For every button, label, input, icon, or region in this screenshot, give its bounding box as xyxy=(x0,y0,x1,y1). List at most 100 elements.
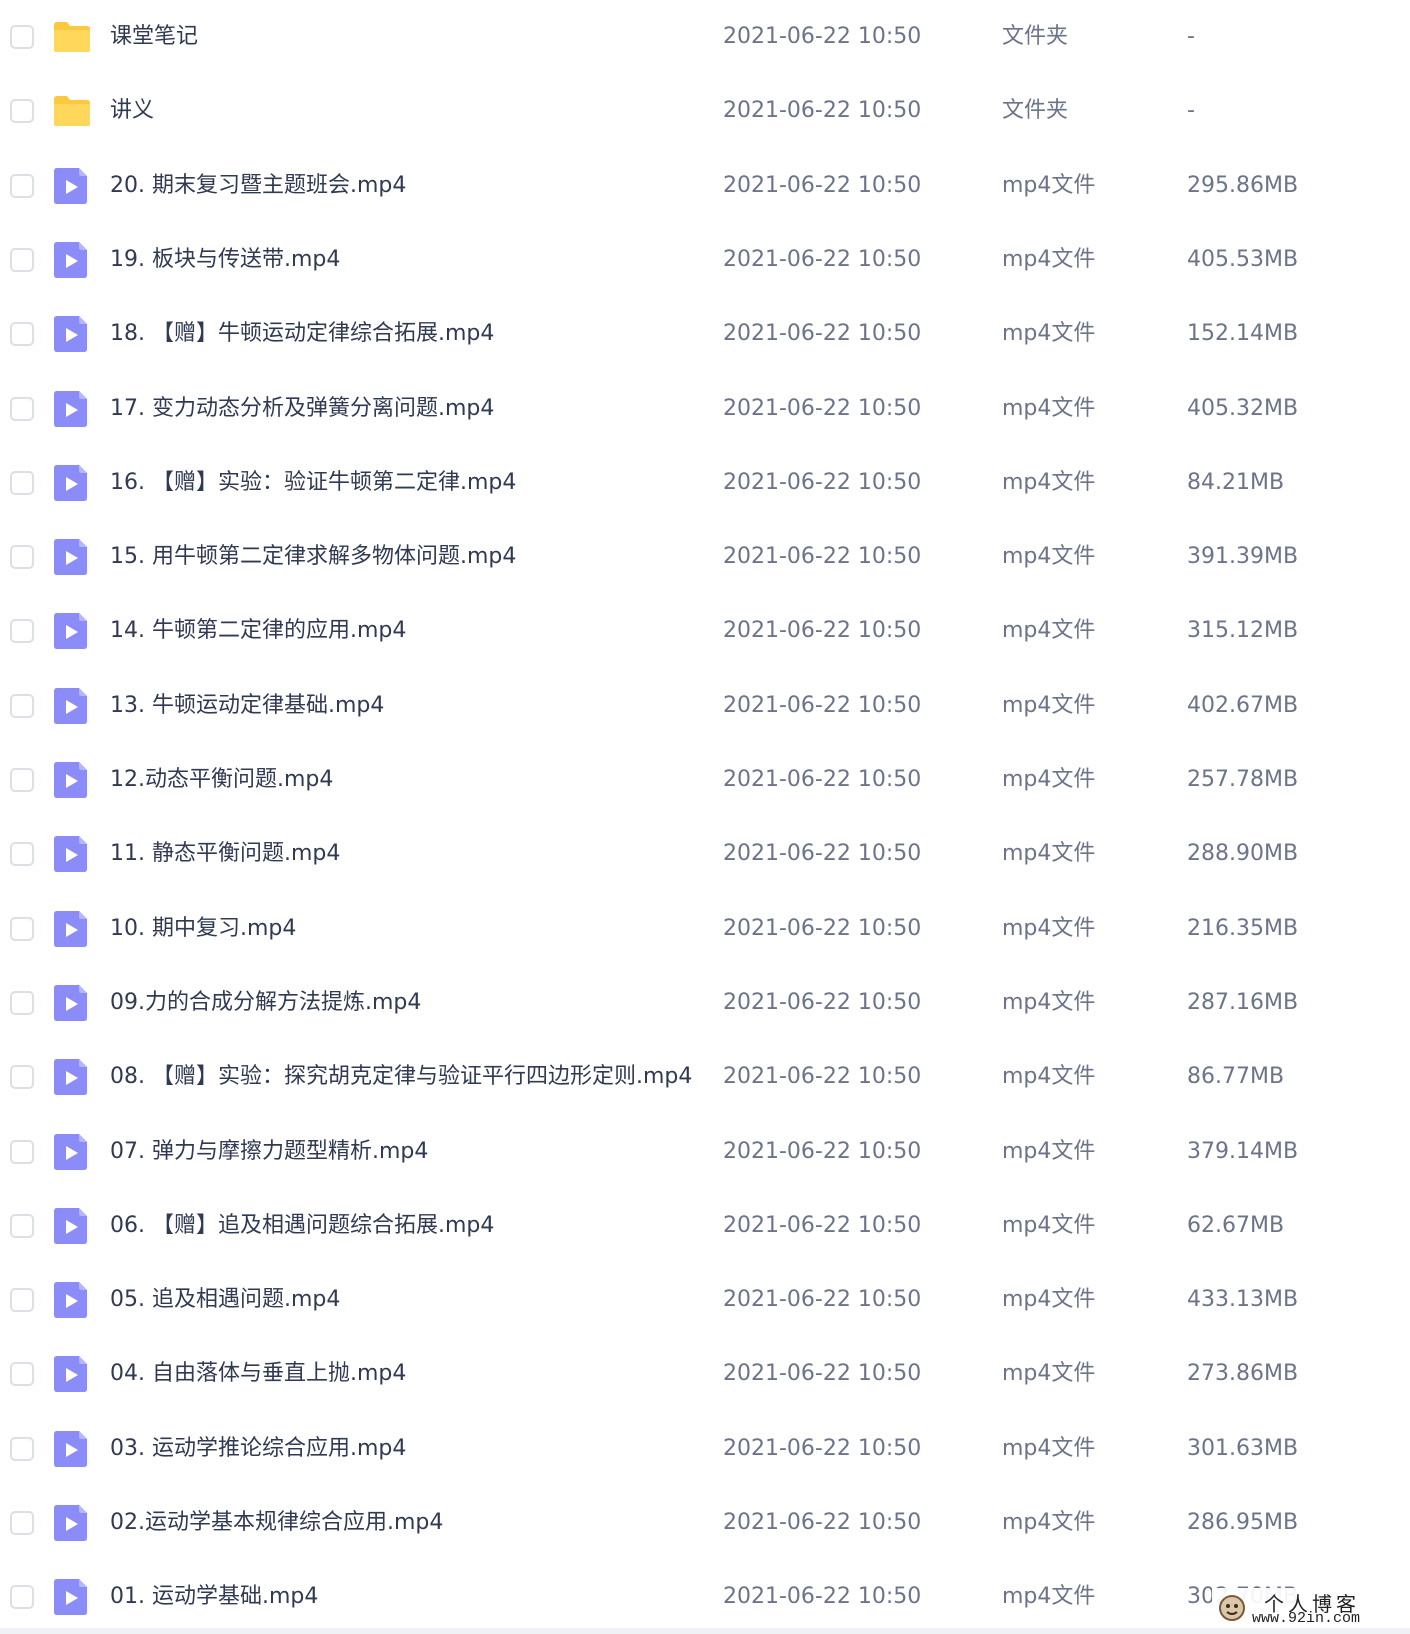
file-name[interactable]: 08. 【赠】实验：探究胡克定律与验证平行四边形定则.mp4 xyxy=(110,1040,692,1114)
file-name[interactable]: 12.动态平衡问题.mp4 xyxy=(110,743,333,817)
file-name[interactable]: 课堂笔记 xyxy=(110,0,198,74)
file-name[interactable]: 05. 追及相遇问题.mp4 xyxy=(110,1263,340,1337)
row-checkbox[interactable] xyxy=(10,842,34,867)
file-type: mp4文件 xyxy=(1002,915,1096,941)
row-checkbox[interactable] xyxy=(10,25,34,49)
video-file-icon xyxy=(54,1579,87,1616)
row-checkbox[interactable] xyxy=(10,1065,34,1090)
row-checkbox[interactable] xyxy=(10,990,34,1015)
file-row[interactable]: 课堂笔记 2021-06-22 10:50 文件夹 - xyxy=(0,0,1410,74)
file-type: mp4文件 xyxy=(1002,1212,1096,1238)
row-checkbox[interactable] xyxy=(10,173,34,198)
video-file-icon xyxy=(54,613,87,650)
modified-date: 2021-06-22 10:50 xyxy=(723,1435,922,1461)
row-checkbox[interactable] xyxy=(10,1511,34,1535)
row-checkbox[interactable] xyxy=(10,916,34,941)
file-name[interactable]: 讲义 xyxy=(110,74,154,148)
file-size: 405.53MB xyxy=(1187,246,1299,272)
file-row[interactable]: 16. 【赠】实验：验证牛顿第二定律.mp4 2021-06-22 10:50 mp… xyxy=(0,446,1410,520)
file-type: mp4文件 xyxy=(1002,1138,1096,1164)
file-name[interactable]: 16. 【赠】实验：验证牛顿第二定律.mp4 xyxy=(110,446,516,520)
file-name[interactable]: 20. 期末复习暨主题班会.mp4 xyxy=(110,149,406,223)
file-name[interactable]: 11. 静态平衡问题.mp4 xyxy=(110,817,340,891)
folder-icon xyxy=(54,96,90,127)
file-row[interactable]: 10. 期中复习.mp4 2021-06-22 10:50 mp4文件 216.35M… xyxy=(0,892,1410,966)
file-name[interactable]: 19. 板块与传送带.mp4 xyxy=(110,223,340,297)
file-type: mp4文件 xyxy=(1002,469,1096,495)
row-checkbox[interactable] xyxy=(10,619,34,644)
file-row[interactable]: 04. 自由落体与垂直上抛.mp4 2021-06-22 10:50 mp4文件 27… xyxy=(0,1337,1410,1411)
file-name[interactable]: 18. 【赠】牛顿运动定律综合拓展.mp4 xyxy=(110,297,494,371)
modified-date: 2021-06-22 10:50 xyxy=(723,841,922,867)
row-checkbox[interactable] xyxy=(10,693,34,718)
file-size: 257.78MB xyxy=(1187,767,1299,792)
file-row[interactable]: 05. 追及相遇问题.mp4 2021-06-22 10:50 mp4文件 433.1… xyxy=(0,1263,1410,1337)
file-row[interactable]: 13. 牛顿运动定律基础.mp4 2021-06-22 10:50 mp4文件 402… xyxy=(0,669,1410,743)
file-name[interactable]: 04. 自由落体与垂直上抛.mp4 xyxy=(110,1337,406,1411)
row-checkbox[interactable] xyxy=(10,322,34,347)
modified-date: 2021-06-22 10:50 xyxy=(723,915,922,941)
file-row[interactable]: 09.力的合成分解方法提炼.mp4 2021-06-22 10:50 mp4文件 28… xyxy=(0,966,1410,1040)
file-row[interactable]: 11. 静态平衡问题.mp4 2021-06-22 10:50 mp4文件 288.9… xyxy=(0,817,1410,891)
file-row[interactable]: 06. 【赠】追及相遇问题综合拓展.mp4 2021-06-22 10:50 mp4… xyxy=(0,1189,1410,1263)
file-type: mp4文件 xyxy=(1002,1510,1096,1535)
file-name[interactable]: 03. 运动学推论综合应用.mp4 xyxy=(110,1412,406,1486)
file-row[interactable]: 20. 期末复习暨主题班会.mp4 2021-06-22 10:50 mp4文件 29… xyxy=(0,149,1410,223)
file-row[interactable]: 14. 牛顿第二定律的应用.mp4 2021-06-22 10:50 mp4文件 31… xyxy=(0,594,1410,668)
row-checkbox[interactable] xyxy=(10,396,34,421)
video-file-icon xyxy=(54,1356,87,1393)
modified-date: 2021-06-22 10:50 xyxy=(723,1510,922,1535)
file-row[interactable]: 17. 变力动态分析及弹簧分离问题.mp4 2021-06-22 10:50 mp4… xyxy=(0,372,1410,446)
file-row[interactable]: 12.动态平衡问题.mp4 2021-06-22 10:50 mp4文件 257.78… xyxy=(0,743,1410,817)
file-row[interactable]: 19. 板块与传送带.mp4 2021-06-22 10:50 mp4文件 405.5… xyxy=(0,223,1410,297)
file-row[interactable]: 01. 运动学基础.mp42021-06-22 10:50mp4文件302.70… xyxy=(0,1560,1410,1634)
file-name[interactable]: 02.运动学基本规律综合应用.mp4 xyxy=(110,1486,443,1560)
file-name[interactable]: 10. 期中复习.mp4 xyxy=(110,892,296,966)
file-row[interactable]: 08. 【赠】实验：探究胡克定律与验证平行四边形定则.mp4 2021-06-22… xyxy=(0,1040,1410,1114)
file-name[interactable]: 01. 运动学基础.mp4 xyxy=(110,1560,318,1634)
file-type: mp4文件 xyxy=(1002,1064,1096,1090)
file-name[interactable]: 15. 用牛顿第二定律求解多物体问题.mp4 xyxy=(110,520,516,594)
file-size: 315.12MB xyxy=(1187,618,1299,644)
row-checkbox[interactable] xyxy=(10,1585,34,1610)
video-file-icon xyxy=(54,910,87,947)
row-checkbox[interactable] xyxy=(10,545,34,570)
file-type: mp4文件 xyxy=(1002,544,1096,570)
video-file-icon xyxy=(54,836,87,873)
row-checkbox[interactable] xyxy=(10,1213,34,1238)
file-size: 86.77MB xyxy=(1187,1064,1285,1090)
video-file-icon xyxy=(54,1207,87,1244)
row-checkbox[interactable] xyxy=(10,99,34,124)
file-type: 文件夹 xyxy=(1002,98,1069,124)
video-file-icon xyxy=(54,1430,87,1467)
file-name[interactable]: 14. 牛顿第二定律的应用.mp4 xyxy=(110,594,406,668)
file-row[interactable]: 07. 弹力与摩擦力题型精析.mp4 2021-06-22 10:50 mp4文件 3… xyxy=(0,1115,1410,1189)
file-size: 84.21MB xyxy=(1187,469,1285,495)
row-checkbox[interactable] xyxy=(10,470,34,495)
file-name[interactable]: 07. 弹力与摩擦力题型精析.mp4 xyxy=(110,1115,428,1189)
file-row[interactable]: 02.运动学基本规律综合应用.mp4 2021-06-22 10:50 mp4文件 2… xyxy=(0,1486,1410,1560)
modified-date: 2021-06-22 10:50 xyxy=(723,98,922,124)
modified-date: 2021-06-22 10:50 xyxy=(723,618,922,644)
file-name[interactable]: 17. 变力动态分析及弹簧分离问题.mp4 xyxy=(110,372,494,446)
file-row[interactable]: 15. 用牛顿第二定律求解多物体问题.mp4 2021-06-22 10:50 mp… xyxy=(0,520,1410,594)
modified-date: 2021-06-22 10:50 xyxy=(723,989,922,1015)
row-checkbox[interactable] xyxy=(10,247,34,272)
row-checkbox[interactable] xyxy=(10,1288,34,1313)
file-name[interactable]: 13. 牛顿运动定律基础.mp4 xyxy=(110,669,384,743)
row-checkbox[interactable] xyxy=(10,1362,34,1387)
folder-icon xyxy=(54,22,90,52)
file-type: mp4文件 xyxy=(1002,767,1096,792)
file-name[interactable]: 06. 【赠】追及相遇问题综合拓展.mp4 xyxy=(110,1189,494,1263)
file-name[interactable]: 09.力的合成分解方法提炼.mp4 xyxy=(110,966,421,1040)
file-row[interactable]: 18. 【赠】牛顿运动定律综合拓展.mp4 2021-06-22 10:50 mp4… xyxy=(0,297,1410,371)
file-row[interactable]: 讲义 2021-06-22 10:50 文件夹 - xyxy=(0,74,1410,148)
row-checkbox[interactable] xyxy=(10,768,34,792)
row-checkbox[interactable] xyxy=(10,1436,34,1461)
file-size: 301.63MB xyxy=(1187,1435,1299,1461)
row-checkbox[interactable] xyxy=(10,1139,34,1164)
file-size: - xyxy=(1187,24,1195,49)
modified-date: 2021-06-22 10:50 xyxy=(723,692,922,718)
file-row[interactable]: 03. 运动学推论综合应用.mp4 2021-06-22 10:50 mp4文件 30… xyxy=(0,1412,1410,1486)
video-file-icon xyxy=(54,984,87,1021)
